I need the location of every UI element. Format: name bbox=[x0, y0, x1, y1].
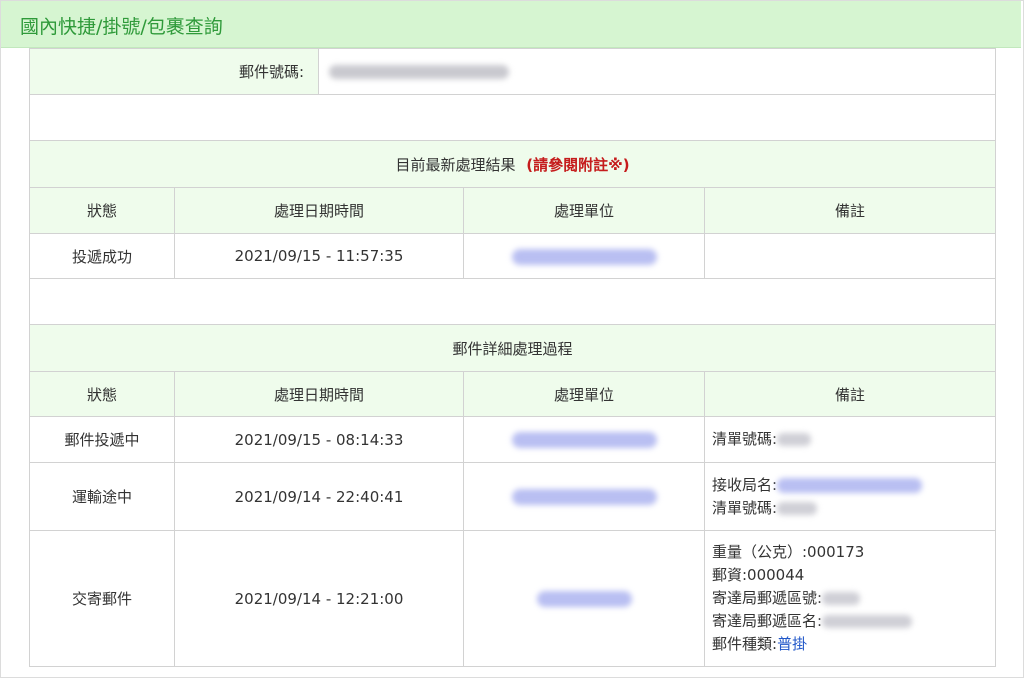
row-unit bbox=[463, 530, 705, 667]
note-line: 寄達局郵遞區名: bbox=[712, 610, 989, 633]
mail-number-redacted bbox=[329, 65, 509, 79]
unit-redacted bbox=[536, 591, 632, 607]
row-datetime: 2021/09/14 - 12:21:00 bbox=[174, 530, 464, 667]
note-redacted bbox=[777, 501, 818, 515]
note-line: 郵件種類:普掛 bbox=[712, 633, 989, 656]
note-line: 清單號碼: bbox=[712, 497, 989, 520]
row-datetime: 2021/09/14 - 22:40:41 bbox=[174, 462, 464, 531]
note-receiving-office-label: 接收局名: bbox=[712, 475, 778, 494]
latest-row: 投遞成功 2021/09/15 - 11:57:35 bbox=[29, 233, 997, 279]
tracking-table: 郵件號碼: 目前最新處理結果 (請參閱附註※) 狀態 處理日期時間 處理單位 備… bbox=[28, 48, 997, 667]
col-unit: 處理單位 bbox=[463, 187, 705, 234]
row-datetime: 2021/09/15 - 08:14:33 bbox=[174, 416, 464, 463]
col-datetime: 處理日期時間 bbox=[174, 371, 464, 417]
note-line: 寄達局郵遞區號: bbox=[712, 587, 989, 610]
latest-heading: 目前最新處理結果 (請參閱附註※) bbox=[28, 140, 997, 188]
latest-unit bbox=[463, 233, 705, 279]
row-status: 交寄郵件 bbox=[29, 530, 175, 667]
note-redacted bbox=[822, 592, 861, 605]
col-status: 狀態 bbox=[29, 371, 175, 417]
details-column-headers: 狀態 處理日期時間 處理單位 備註 bbox=[29, 371, 997, 417]
latest-status: 投遞成功 bbox=[29, 233, 175, 279]
row-unit bbox=[463, 462, 705, 531]
note-redacted bbox=[777, 477, 923, 493]
note-redacted bbox=[822, 615, 913, 628]
row-note: 接收局名: 清單號碼: bbox=[703, 462, 997, 531]
spacer-row bbox=[28, 278, 997, 325]
note-type-label: 郵件種類: bbox=[712, 635, 778, 653]
latest-note bbox=[703, 233, 997, 279]
mail-number-row: 郵件號碼: bbox=[29, 48, 997, 95]
mail-number-value bbox=[317, 48, 997, 95]
note-postage: 郵資:000044 bbox=[712, 566, 805, 584]
col-unit: 處理單位 bbox=[463, 371, 705, 417]
spacer-row bbox=[28, 94, 997, 141]
latest-datetime: 2021/09/15 - 11:57:35 bbox=[174, 233, 464, 279]
mail-type-link[interactable]: 普掛 bbox=[777, 635, 807, 653]
table-row: 運輸途中 2021/09/14 - 22:40:41 接收局名: 清單號碼: bbox=[29, 462, 997, 531]
note-zip-name-label: 寄達局郵遞區名: bbox=[712, 612, 823, 630]
unit-redacted bbox=[511, 489, 657, 505]
row-status: 運輸途中 bbox=[29, 462, 175, 531]
note-zip-label: 寄達局郵遞區號: bbox=[712, 589, 823, 607]
page-title: 國內快捷/掛號/包裹查詢 bbox=[20, 16, 223, 38]
col-status: 狀態 bbox=[29, 187, 175, 234]
note-line: 接收局名: bbox=[712, 474, 989, 497]
note-redacted bbox=[777, 433, 812, 446]
note-list-label: 清單號碼: bbox=[712, 498, 778, 517]
unit-redacted bbox=[511, 432, 657, 448]
col-note: 備註 bbox=[703, 371, 997, 417]
row-unit bbox=[463, 416, 705, 463]
row-note: 清單號碼: bbox=[703, 416, 997, 463]
note-weight: 重量（公克）:000173 bbox=[712, 543, 865, 561]
note-list-label: 清單號碼: bbox=[712, 430, 778, 448]
latest-heading-row: 目前最新處理結果 (請參閱附註※) bbox=[28, 140, 997, 188]
note-reference: (請參閱附註※) bbox=[526, 155, 630, 174]
col-note: 備註 bbox=[703, 187, 997, 234]
mail-number-label: 郵件號碼: bbox=[29, 48, 319, 95]
page-header: 國內快捷/掛號/包裹查詢 bbox=[1, 1, 1021, 48]
row-status: 郵件投遞中 bbox=[29, 416, 175, 463]
details-heading-row: 郵件詳細處理過程 bbox=[28, 324, 997, 372]
latest-unit-redacted bbox=[511, 248, 657, 265]
table-row: 交寄郵件 2021/09/14 - 12:21:00 重量（公克）:000173… bbox=[29, 530, 997, 667]
latest-column-headers: 狀態 處理日期時間 處理單位 備註 bbox=[29, 187, 997, 234]
details-heading: 郵件詳細處理過程 bbox=[28, 324, 997, 372]
row-note: 重量（公克）:000173 郵資:000044 寄達局郵遞區號: 寄達局郵遞區名… bbox=[703, 530, 997, 667]
table-row: 郵件投遞中 2021/09/15 - 08:14:33 清單號碼: bbox=[29, 416, 997, 463]
latest-heading-text: 目前最新處理結果 bbox=[395, 155, 516, 174]
col-datetime: 處理日期時間 bbox=[174, 187, 464, 234]
